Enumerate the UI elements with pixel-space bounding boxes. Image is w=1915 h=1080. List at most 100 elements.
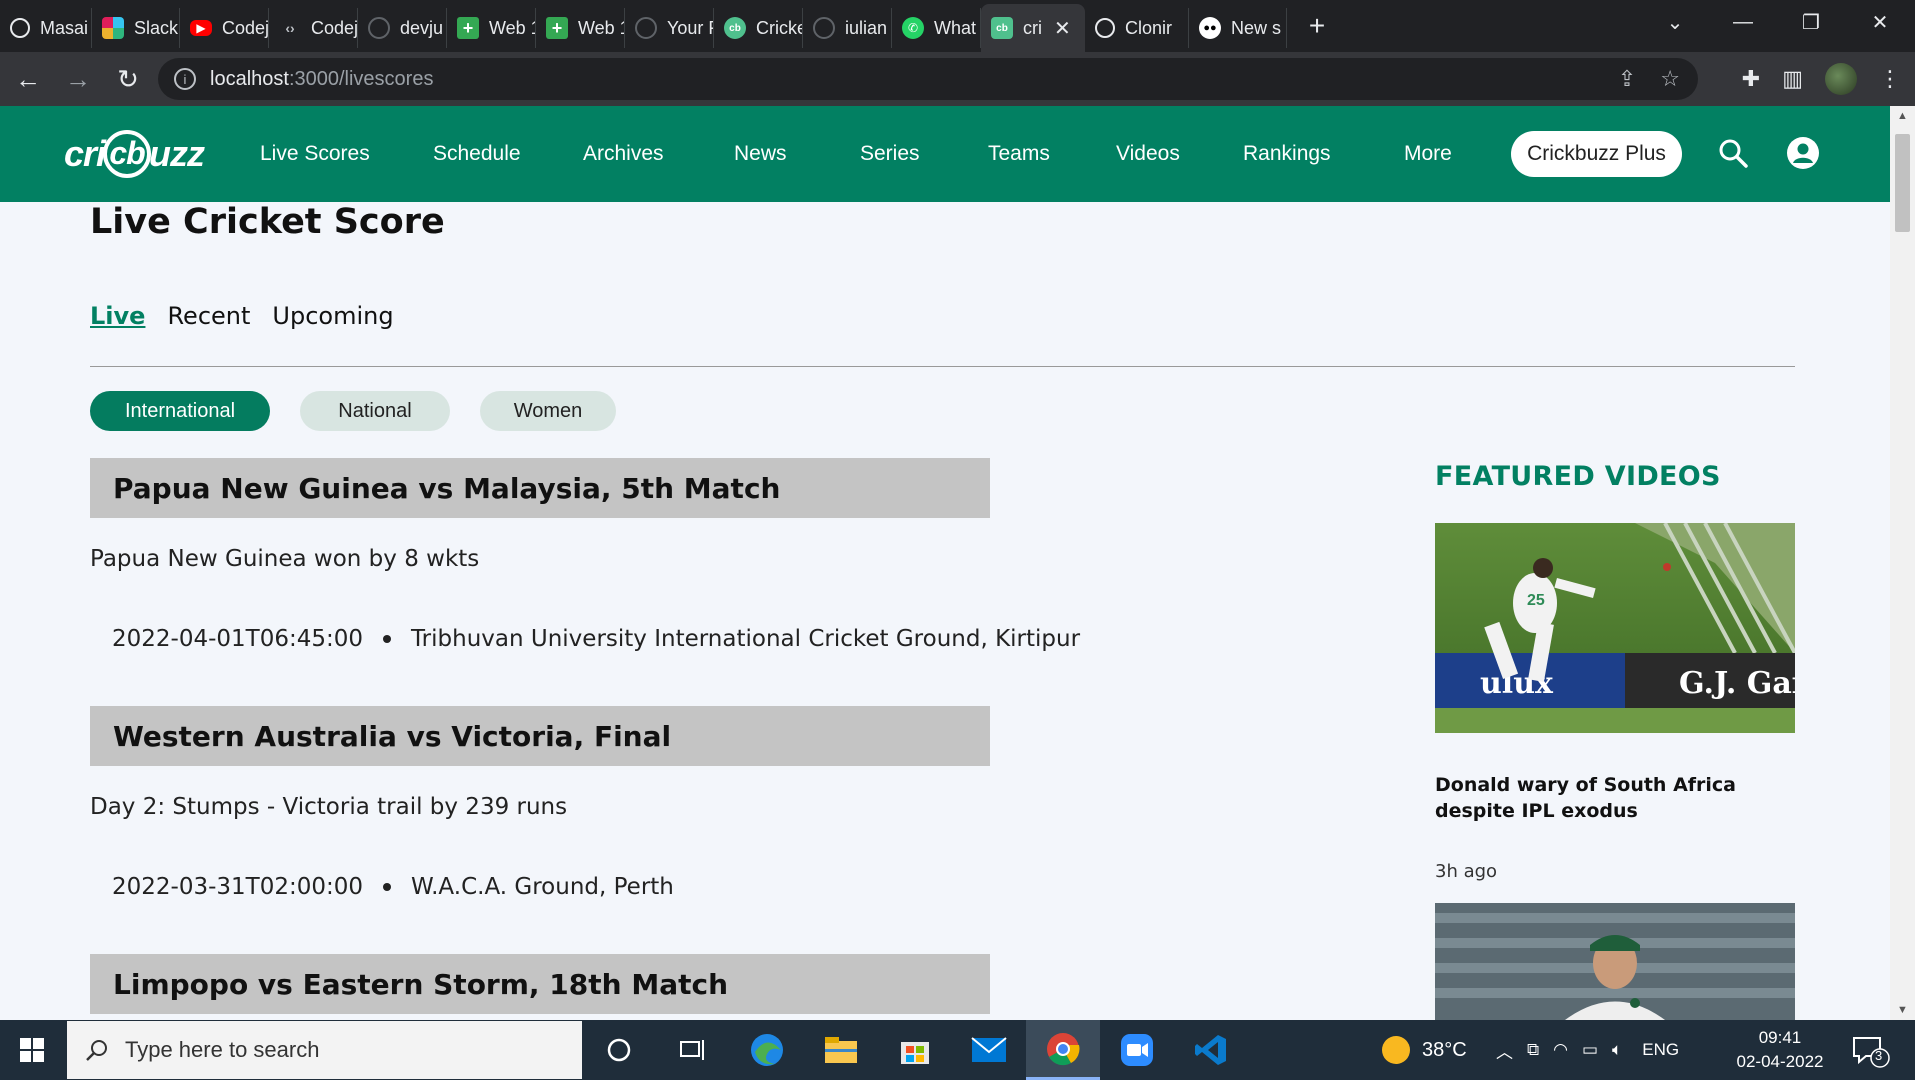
browser-tab[interactable]: Clonir xyxy=(1085,8,1189,48)
menu-kebab-icon[interactable]: ⋮ xyxy=(1879,66,1901,92)
featured-video-caption[interactable]: Donald wary of South Africa despite IPL … xyxy=(1435,772,1795,824)
nav-rankings[interactable]: Rankings xyxy=(1243,142,1331,166)
meet-now-icon[interactable]: ⧉ xyxy=(1527,1040,1539,1060)
tab-recent[interactable]: Recent xyxy=(167,302,250,330)
minimize-button[interactable]: — xyxy=(1708,0,1778,44)
close-window-button[interactable]: ✕ xyxy=(1845,0,1915,44)
scroll-up-arrow-icon[interactable]: ▲ xyxy=(1890,106,1915,126)
browser-tab[interactable]: Masai xyxy=(0,8,92,48)
scroll-down-arrow-icon[interactable]: ▼ xyxy=(1890,1000,1915,1020)
browser-tab[interactable]: ✆ What xyxy=(892,8,981,48)
nav-teams[interactable]: Teams xyxy=(988,142,1050,166)
extensions-puzzle-icon[interactable]: ✚ xyxy=(1742,66,1760,92)
back-arrow-icon[interactable]: ← xyxy=(6,57,50,101)
site-header: cri cb uzz Live Scores Schedule Archives… xyxy=(0,106,1890,202)
site-info-icon[interactable]: i xyxy=(174,68,196,90)
chrome-icon[interactable] xyxy=(1026,1020,1100,1080)
stadium-board-text: G.J. Gar xyxy=(1679,666,1795,701)
nav-archives[interactable]: Archives xyxy=(583,142,664,166)
language-indicator[interactable]: ENG xyxy=(1642,1040,1679,1060)
clock-time: 09:41 xyxy=(1758,1028,1802,1047)
github-icon xyxy=(813,17,835,39)
taskbar-clock[interactable]: 09:41 02-04-2022 xyxy=(1720,1026,1840,1074)
tab-upcoming[interactable]: Upcoming xyxy=(272,302,393,330)
match-datetime: 2022-04-01T06:45:00 xyxy=(112,626,364,652)
reload-icon[interactable]: ↻ xyxy=(106,57,150,101)
match-title[interactable]: Papua New Guinea vs Malaysia, 5th Match xyxy=(90,458,990,518)
youtube-icon: ▶ xyxy=(190,20,212,36)
browser-tab[interactable]: + Web 1 xyxy=(447,8,536,48)
browser-tab[interactable]: devju xyxy=(358,8,447,48)
chevron-up-icon[interactable]: ︿ xyxy=(1496,1038,1513,1063)
page-title: Live Cricket Score xyxy=(90,202,445,242)
file-explorer-icon[interactable] xyxy=(804,1020,878,1080)
tab-label: New s xyxy=(1231,17,1282,38)
browser-tab[interactable]: ‹› Codej xyxy=(269,8,358,48)
mail-icon[interactable] xyxy=(952,1020,1026,1080)
microsoft-store-icon[interactable] xyxy=(878,1020,952,1080)
logo-text: cri xyxy=(64,133,106,174)
battery-icon[interactable]: ▭ xyxy=(1582,1040,1598,1060)
featured-video-thumbnail[interactable]: ulux G.J. Gar 25 xyxy=(1435,523,1795,733)
nav-news[interactable]: News xyxy=(734,142,787,166)
nav-schedule[interactable]: Schedule xyxy=(433,142,521,166)
search-icon[interactable] xyxy=(1718,138,1748,168)
restore-button[interactable]: ❐ xyxy=(1776,0,1846,44)
match-title[interactable]: Limpopo vs Eastern Storm, 18th Match xyxy=(90,954,990,1014)
filter-international[interactable]: International xyxy=(90,391,270,431)
match-datetime: 2022-03-31T02:00:00 xyxy=(112,874,364,900)
browser-tab[interactable]: + Web 1 xyxy=(536,8,625,48)
side-panel-icon[interactable]: ▥ xyxy=(1782,66,1803,92)
page-scrollbar[interactable]: ▲ ▼ xyxy=(1890,106,1915,1020)
close-tab-icon[interactable]: ✕ xyxy=(1054,16,1071,41)
cricbuzz-logo[interactable]: cri cb uzz xyxy=(64,130,205,178)
forward-arrow-icon[interactable]: → xyxy=(56,57,100,101)
bullet-separator xyxy=(383,883,392,891)
filter-women[interactable]: Women xyxy=(480,391,616,431)
globe-icon xyxy=(10,18,30,38)
search-icon xyxy=(86,1040,107,1061)
address-bar[interactable]: i localhost:3000/livescores ⇪ ☆ xyxy=(158,58,1698,100)
browser-tab[interactable]: cb Cricke xyxy=(714,8,803,48)
profile-avatar[interactable] xyxy=(1825,63,1857,95)
match-title[interactable]: Western Australia vs Victoria, Final xyxy=(90,706,990,766)
tab-search-chevron-icon[interactable]: ⌄ xyxy=(1640,0,1710,44)
medium-icon: ●● xyxy=(1199,17,1221,39)
nav-more[interactable]: More xyxy=(1404,142,1452,166)
windows-start-icon[interactable] xyxy=(0,1020,64,1080)
zoom-icon[interactable] xyxy=(1100,1020,1174,1080)
vscode-icon[interactable] xyxy=(1174,1020,1248,1080)
featured-video-thumbnail[interactable] xyxy=(1435,903,1795,1020)
browser-tab[interactable]: Your F xyxy=(625,8,714,48)
page-viewport: cri cb uzz Live Scores Schedule Archives… xyxy=(0,106,1890,1020)
taskbar-search-input[interactable]: Type here to search xyxy=(67,1021,582,1079)
tab-live[interactable]: Live xyxy=(90,302,145,330)
nav-videos[interactable]: Videos xyxy=(1116,142,1180,166)
cortana-icon[interactable] xyxy=(582,1020,656,1080)
scrollbar-thumb[interactable] xyxy=(1895,134,1910,232)
filter-national[interactable]: National xyxy=(300,391,450,431)
user-account-icon[interactable] xyxy=(1786,136,1820,170)
globe-icon xyxy=(1095,18,1115,38)
bookmark-star-icon[interactable]: ☆ xyxy=(1660,66,1680,92)
volume-icon[interactable]: 🔈︎ xyxy=(1612,1040,1622,1060)
wifi-icon[interactable]: ◠ xyxy=(1553,1040,1568,1060)
task-view-icon[interactable] xyxy=(656,1020,730,1080)
crickbuzz-plus-button[interactable]: Crickbuzz Plus xyxy=(1511,131,1682,177)
tab-label: cri xyxy=(1023,17,1042,38)
logo-circle: cb xyxy=(103,130,152,178)
browser-tab[interactable]: iulian xyxy=(803,8,892,48)
slack-icon xyxy=(102,17,124,39)
new-tab-button[interactable]: + xyxy=(1301,10,1333,42)
browser-tab[interactable]: ▶ Codej xyxy=(180,8,269,48)
nav-series[interactable]: Series xyxy=(860,142,920,166)
edge-browser-icon[interactable] xyxy=(730,1020,804,1080)
browser-tab[interactable]: ●● New s xyxy=(1189,8,1287,48)
notification-center-icon[interactable]: 3 xyxy=(1850,1034,1890,1068)
browser-tab-active[interactable]: cb cri ✕ xyxy=(981,4,1085,52)
nav-live-scores[interactable]: Live Scores xyxy=(260,142,370,166)
share-icon[interactable]: ⇪ xyxy=(1618,66,1636,92)
weather-widget[interactable]: 38°C xyxy=(1382,1020,1467,1080)
system-tray: ︿ ⧉ ◠ ▭ 🔈︎ ENG xyxy=(1496,1020,1679,1080)
browser-tab[interactable]: Slack | xyxy=(92,8,180,48)
